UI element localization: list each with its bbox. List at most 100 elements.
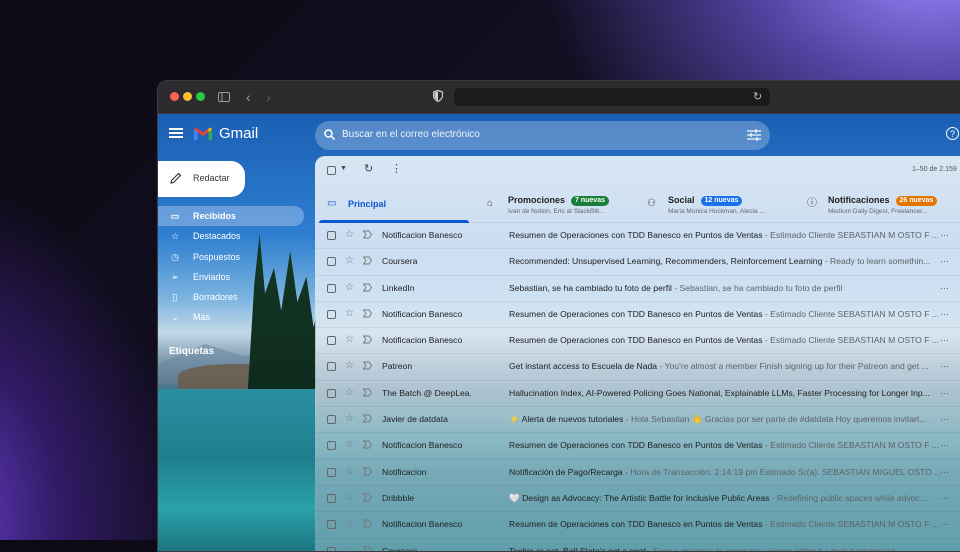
important-marker-icon[interactable] bbox=[363, 414, 372, 423]
pencil-icon bbox=[170, 172, 182, 184]
email-row[interactable]: ☆ Coursera Techie or not, Ball State's got… bbox=[315, 539, 960, 552]
important-marker-icon[interactable] bbox=[363, 388, 372, 397]
category-tabs: ▭ Principal ⌂ Promociones 7 nuevas Ivan d… bbox=[315, 188, 960, 223]
star-icon[interactable]: ☆ bbox=[345, 545, 354, 551]
star-icon[interactable]: ☆ bbox=[345, 229, 354, 241]
star-icon[interactable]: ☆ bbox=[345, 439, 354, 451]
row-checkbox[interactable] bbox=[327, 467, 336, 477]
more-icon: … bbox=[940, 517, 949, 528]
select-all-checkbox[interactable] bbox=[327, 166, 336, 175]
row-checkbox[interactable] bbox=[327, 309, 336, 319]
refresh-icon[interactable]: ↻ bbox=[364, 162, 373, 175]
star-icon[interactable]: ☆ bbox=[345, 282, 354, 294]
row-checkbox[interactable] bbox=[327, 493, 336, 503]
main-menu-icon[interactable] bbox=[169, 128, 183, 138]
star-icon[interactable]: ☆ bbox=[345, 360, 354, 372]
compose-button[interactable]: Redactar bbox=[158, 161, 245, 197]
star-icon[interactable]: ☆ bbox=[345, 466, 354, 478]
row-checkbox[interactable] bbox=[327, 362, 336, 372]
email-subject: ⚡ Alerta de nuevos tutoriales bbox=[509, 414, 624, 425]
tab-notificaciones[interactable]: ⓘ Notificaciones 26 nuevas Medium Daily D… bbox=[795, 188, 960, 222]
row-checkbox[interactable] bbox=[327, 441, 336, 451]
important-marker-icon[interactable] bbox=[363, 546, 372, 552]
tab-social[interactable]: ⚇ Social 12 nuevas María Monica Hockman, … bbox=[635, 188, 790, 222]
email-subject: Resumen de Operaciones con TDD Banesco e… bbox=[509, 308, 763, 319]
email-row[interactable]: ☆ Notificacion Banesco Resumen de Operacio… bbox=[315, 302, 960, 329]
star-icon[interactable]: ☆ bbox=[345, 518, 354, 530]
row-checkbox[interactable] bbox=[327, 231, 336, 240]
reload-icon[interactable]: ↻ bbox=[753, 90, 762, 103]
search-icon[interactable] bbox=[324, 129, 335, 140]
email-preview: Notificación de Pago/Recarga - Hora de T… bbox=[509, 467, 945, 477]
more-options-icon[interactable]: ⋮ bbox=[391, 162, 402, 175]
new-count-badge: 7 nuevas bbox=[571, 196, 609, 206]
star-icon[interactable]: ☆ bbox=[345, 334, 354, 346]
star-icon: ☆ bbox=[170, 231, 180, 242]
important-marker-icon[interactable] bbox=[363, 230, 372, 239]
search-input[interactable]: Buscar en el correo electrónico bbox=[342, 129, 480, 140]
email-row[interactable]: ☆ Javier de datdata ⚡ Alerta de nuevos tut… bbox=[315, 407, 960, 434]
email-preview: Resumen de Operaciones con TDD Banesco e… bbox=[509, 309, 945, 319]
email-sender: Notificacion bbox=[382, 466, 427, 477]
chevron-right-icon[interactable]: › bbox=[266, 87, 271, 107]
email-sender: Patreon bbox=[382, 361, 413, 372]
email-row[interactable]: ☆ Patreon Get instant access to Escuela de… bbox=[315, 354, 960, 381]
email-preview: Resumen de Operaciones con TDD Banesco e… bbox=[509, 440, 945, 450]
sidebar-icon[interactable] bbox=[218, 87, 230, 107]
maximize-window-button[interactable] bbox=[196, 92, 205, 101]
select-dropdown-icon[interactable]: ▼ bbox=[340, 165, 347, 172]
important-marker-icon[interactable] bbox=[363, 361, 372, 370]
sidebar-item-destacados[interactable]: ☆ Destacados bbox=[158, 226, 304, 246]
row-checkbox[interactable] bbox=[327, 415, 336, 425]
search-options-icon[interactable] bbox=[747, 129, 761, 141]
sidebar-item-pospuestos[interactable]: ◷ Pospuestos bbox=[158, 247, 304, 267]
email-snippet: - Earn a master's in computer science wi… bbox=[645, 545, 895, 552]
tab-promociones[interactable]: ⌂ Promociones 7 nuevas Ivan de Notion, Er… bbox=[475, 188, 630, 222]
email-row[interactable]: ☆ Notificacion Banesco Resumen de Operacio… bbox=[315, 223, 960, 250]
email-row[interactable]: ☆ Notificacion Banesco Resumen de Operacio… bbox=[315, 328, 960, 355]
email-row[interactable]: ☆ The Batch @ DeepLea. Hallucination Index… bbox=[315, 381, 960, 408]
email-row[interactable]: ☆ Notificacion Notificación de Pago/Recarg… bbox=[315, 460, 960, 486]
close-window-button[interactable] bbox=[170, 92, 179, 101]
important-marker-icon[interactable] bbox=[363, 519, 372, 528]
star-icon[interactable]: ☆ bbox=[345, 387, 354, 399]
email-snippet: - Hora de Transacción: 2:14:19 pm Estima… bbox=[622, 466, 942, 477]
email-row[interactable]: ☆ Notificacion Banesco Resumen de Operacio… bbox=[315, 512, 960, 539]
email-row[interactable]: ☆ LinkedIn Sebastian, se ha cambiado tu fo… bbox=[315, 276, 960, 302]
email-snippet: - Ready to learn somethin... bbox=[822, 256, 931, 267]
email-subject: Sebastian, se ha cambiado tu foto de per… bbox=[509, 282, 672, 293]
sidebar-item-borradores[interactable]: ▯ Borradores bbox=[158, 287, 304, 307]
important-marker-icon[interactable] bbox=[363, 335, 372, 344]
row-checkbox[interactable] bbox=[327, 336, 336, 346]
important-marker-icon[interactable] bbox=[363, 467, 372, 476]
tab-principal[interactable]: ▭ Principal bbox=[315, 188, 469, 223]
email-row[interactable]: ☆ Dribbble 🤍 Design as Advocacy: The Artis… bbox=[315, 486, 960, 513]
minimize-window-button[interactable] bbox=[183, 92, 192, 101]
important-marker-icon[interactable] bbox=[363, 256, 372, 265]
star-icon[interactable]: ☆ bbox=[345, 413, 354, 425]
email-row[interactable]: ☆ Notificacion Banesco Resumen de Operacio… bbox=[315, 433, 960, 460]
help-icon[interactable]: ? bbox=[946, 127, 959, 140]
email-snippet: - Estimado Cliente SEBASTIAN M OSTO F ..… bbox=[762, 230, 940, 240]
email-row[interactable]: ☆ Coursera Recommended: Unsupervised Learn… bbox=[315, 249, 960, 276]
sidebar-item-mas[interactable]: ⌄ Más bbox=[158, 307, 304, 327]
important-marker-icon[interactable] bbox=[363, 493, 372, 502]
sidebar-item-recibidos[interactable]: ▭ Recibidos bbox=[158, 206, 304, 227]
star-icon[interactable]: ☆ bbox=[345, 492, 354, 504]
email-preview: Resumen de Operaciones con TDD Banesco e… bbox=[509, 519, 945, 529]
row-checkbox[interactable] bbox=[327, 257, 336, 267]
important-marker-icon[interactable] bbox=[363, 440, 372, 449]
important-marker-icon[interactable] bbox=[363, 309, 372, 318]
address-bar[interactable] bbox=[454, 88, 770, 106]
row-checkbox[interactable] bbox=[327, 283, 336, 293]
sidebar-item-enviados[interactable]: ➢ Enviados bbox=[158, 267, 304, 287]
row-checkbox[interactable] bbox=[327, 520, 336, 530]
star-icon[interactable]: ☆ bbox=[345, 255, 354, 267]
email-subject: Get instant access to Escuela de Nada bbox=[509, 361, 658, 372]
chevron-left-icon[interactable]: ‹ bbox=[246, 87, 251, 107]
search-bar[interactable]: Buscar en el correo electrónico bbox=[315, 121, 770, 150]
row-checkbox[interactable] bbox=[327, 546, 336, 551]
star-icon[interactable]: ☆ bbox=[345, 308, 354, 320]
important-marker-icon[interactable] bbox=[363, 283, 372, 292]
row-checkbox[interactable] bbox=[327, 388, 336, 398]
